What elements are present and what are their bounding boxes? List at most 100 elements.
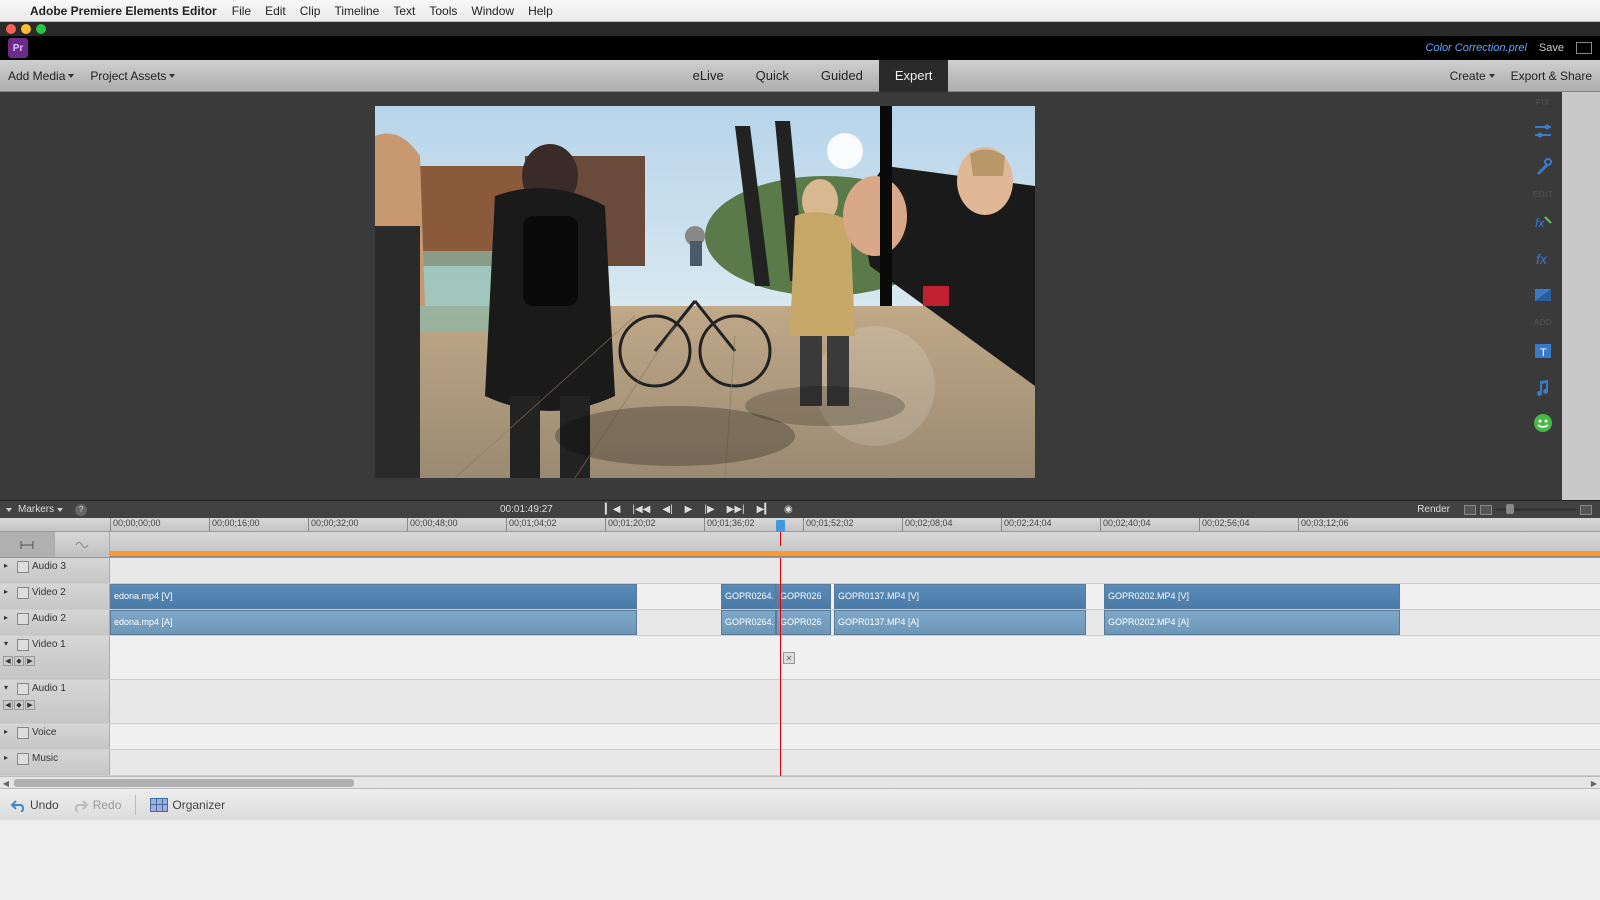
add-keyframe-icon[interactable]: ◆ xyxy=(14,656,24,666)
transitions-icon[interactable] xyxy=(1530,282,1556,308)
clip[interactable]: edona.mp4 [V] xyxy=(110,584,637,609)
playhead-handle-icon[interactable] xyxy=(776,520,785,532)
maximize-window-icon[interactable] xyxy=(36,24,46,34)
prev-keyframe-icon[interactable]: ◀ xyxy=(3,656,13,666)
speaker-icon[interactable] xyxy=(17,561,29,573)
audio-tool-icon[interactable] xyxy=(55,532,110,557)
scroll-left-icon[interactable]: ◀ xyxy=(0,777,12,789)
eye-icon[interactable] xyxy=(17,639,29,651)
undo-button[interactable]: Undo xyxy=(10,798,59,812)
effects-icon[interactable]: fx xyxy=(1530,246,1556,272)
menu-text[interactable]: Text xyxy=(386,4,422,18)
applied-effects-icon[interactable]: fx xyxy=(1530,210,1556,236)
markers-menu[interactable]: Markers xyxy=(12,504,69,515)
selection-tool-icon[interactable] xyxy=(0,532,55,557)
playhead[interactable] xyxy=(780,532,781,546)
expand-icon[interactable]: ▸ xyxy=(4,561,14,570)
close-gap-icon[interactable]: ✕ xyxy=(783,652,795,664)
track-lane[interactable]: edona.mp4 [A] GOPR0264. GOPR026 GOPR0137… xyxy=(110,610,1600,635)
adjust-icon[interactable] xyxy=(1530,118,1556,144)
menu-tools[interactable]: Tools xyxy=(422,4,464,18)
next-keyframe-icon[interactable]: ▶ xyxy=(25,700,35,710)
fullscreen-icon[interactable] xyxy=(1576,42,1592,54)
speaker-icon[interactable] xyxy=(17,683,29,695)
speaker-icon[interactable] xyxy=(17,613,29,625)
expand-icon[interactable]: ▸ xyxy=(4,753,14,762)
track-lane[interactable]: edona.mp4 [V] GOPR0264. GOPR026 GOPR0137… xyxy=(110,584,1600,609)
add-media-button[interactable]: Add Media xyxy=(0,60,82,92)
organizer-button[interactable]: Organizer xyxy=(150,798,225,812)
goto-out-icon[interactable]: ▶▎ xyxy=(757,504,772,515)
menu-window[interactable]: Window xyxy=(464,4,521,18)
track-lane[interactable] xyxy=(110,724,1600,749)
clip[interactable]: edona.mp4 [A] xyxy=(110,610,637,635)
step-back-icon[interactable]: ◀| xyxy=(662,504,672,515)
clip[interactable]: GOPR0137.MP4 [V] xyxy=(834,584,1086,609)
track-header[interactable]: ▸Audio 3 xyxy=(0,558,110,583)
horizontal-scrollbar[interactable]: ◀ ▶ xyxy=(0,776,1600,788)
export-share-button[interactable]: Export & Share xyxy=(1503,60,1600,92)
menu-clip[interactable]: Clip xyxy=(293,4,328,18)
titles-icon[interactable]: T xyxy=(1530,338,1556,364)
next-frame-icon[interactable]: ▶▶| xyxy=(727,504,745,515)
tab-guided[interactable]: Guided xyxy=(805,60,879,92)
menu-file[interactable]: File xyxy=(225,4,258,18)
goto-in-icon[interactable]: ▎◀ xyxy=(605,504,620,515)
clip[interactable]: GOPR026 xyxy=(776,584,831,609)
track-lane[interactable] xyxy=(110,558,1600,583)
collapse-icon[interactable]: ▾ xyxy=(4,639,14,648)
clip[interactable]: GOPR0202.MP4 [A] xyxy=(1104,610,1400,635)
work-area-bar[interactable] xyxy=(110,532,1600,557)
note-icon[interactable] xyxy=(17,753,29,765)
playhead-line[interactable] xyxy=(780,558,781,776)
render-button[interactable]: Render xyxy=(1417,504,1450,515)
menu-timeline[interactable]: Timeline xyxy=(327,4,386,18)
track-header[interactable]: ▾Audio 1 ◀◆▶ xyxy=(0,680,110,723)
help-icon[interactable]: ? xyxy=(75,504,87,516)
clip[interactable]: GOPR0264. xyxy=(721,610,776,635)
zoom-fit-icon[interactable] xyxy=(1480,505,1492,515)
video-preview[interactable] xyxy=(375,106,1035,478)
tab-expert[interactable]: Expert xyxy=(879,60,949,92)
tools-icon[interactable] xyxy=(1530,154,1556,180)
graphics-icon[interactable] xyxy=(1530,410,1556,436)
scroll-right-icon[interactable]: ▶ xyxy=(1588,777,1600,789)
zoom-out-icon[interactable] xyxy=(1464,505,1476,515)
expand-icon[interactable]: ▸ xyxy=(4,613,14,622)
collapse-icon[interactable]: ▾ xyxy=(4,683,14,692)
minimize-window-icon[interactable] xyxy=(21,24,31,34)
zoom-view-icon[interactable] xyxy=(1580,505,1592,515)
track-lane[interactable]: ✕ xyxy=(110,636,1600,679)
save-button[interactable]: Save xyxy=(1539,42,1564,54)
track-header[interactable]: ▸Video 2 xyxy=(0,584,110,609)
current-timecode[interactable]: 00:01:49:27 xyxy=(500,504,553,515)
track-header[interactable]: ▸Audio 2 xyxy=(0,610,110,635)
track-lane[interactable] xyxy=(110,680,1600,723)
snapshot-icon[interactable]: ◉ xyxy=(784,504,793,515)
mic-icon[interactable] xyxy=(17,727,29,739)
clip[interactable]: GOPR0202.MP4 [V] xyxy=(1104,584,1400,609)
zoom-slider[interactable] xyxy=(1496,508,1576,511)
add-keyframe-icon[interactable]: ◆ xyxy=(14,700,24,710)
prev-keyframe-icon[interactable]: ◀ xyxy=(3,700,13,710)
project-assets-button[interactable]: Project Assets xyxy=(82,60,183,92)
tab-quick[interactable]: Quick xyxy=(740,60,805,92)
expand-icon[interactable]: ▸ xyxy=(4,727,14,736)
tab-elive[interactable]: eLive xyxy=(677,60,740,92)
eye-icon[interactable] xyxy=(17,587,29,599)
track-header[interactable]: ▸Voice xyxy=(0,724,110,749)
redo-button[interactable]: Redo xyxy=(73,798,122,812)
clip[interactable]: GOPR0137.MP4 [A] xyxy=(834,610,1086,635)
clip[interactable]: GOPR0264. xyxy=(721,584,776,609)
expand-icon[interactable]: ▸ xyxy=(4,587,14,596)
time-ruler[interactable]: 00;00;00;00 00;00;16;00 00;00;32;00 00;0… xyxy=(0,518,1600,532)
menu-help[interactable]: Help xyxy=(521,4,560,18)
menu-edit[interactable]: Edit xyxy=(258,4,293,18)
clip[interactable]: GOPR026 xyxy=(776,610,831,635)
play-icon[interactable]: ▶ xyxy=(685,504,693,515)
create-button[interactable]: Create xyxy=(1442,60,1503,92)
track-header[interactable]: ▸Music xyxy=(0,750,110,775)
track-header[interactable]: ▾Video 1 ◀◆▶ xyxy=(0,636,110,679)
next-keyframe-icon[interactable]: ▶ xyxy=(25,656,35,666)
app-name[interactable]: Adobe Premiere Elements Editor xyxy=(22,4,225,18)
